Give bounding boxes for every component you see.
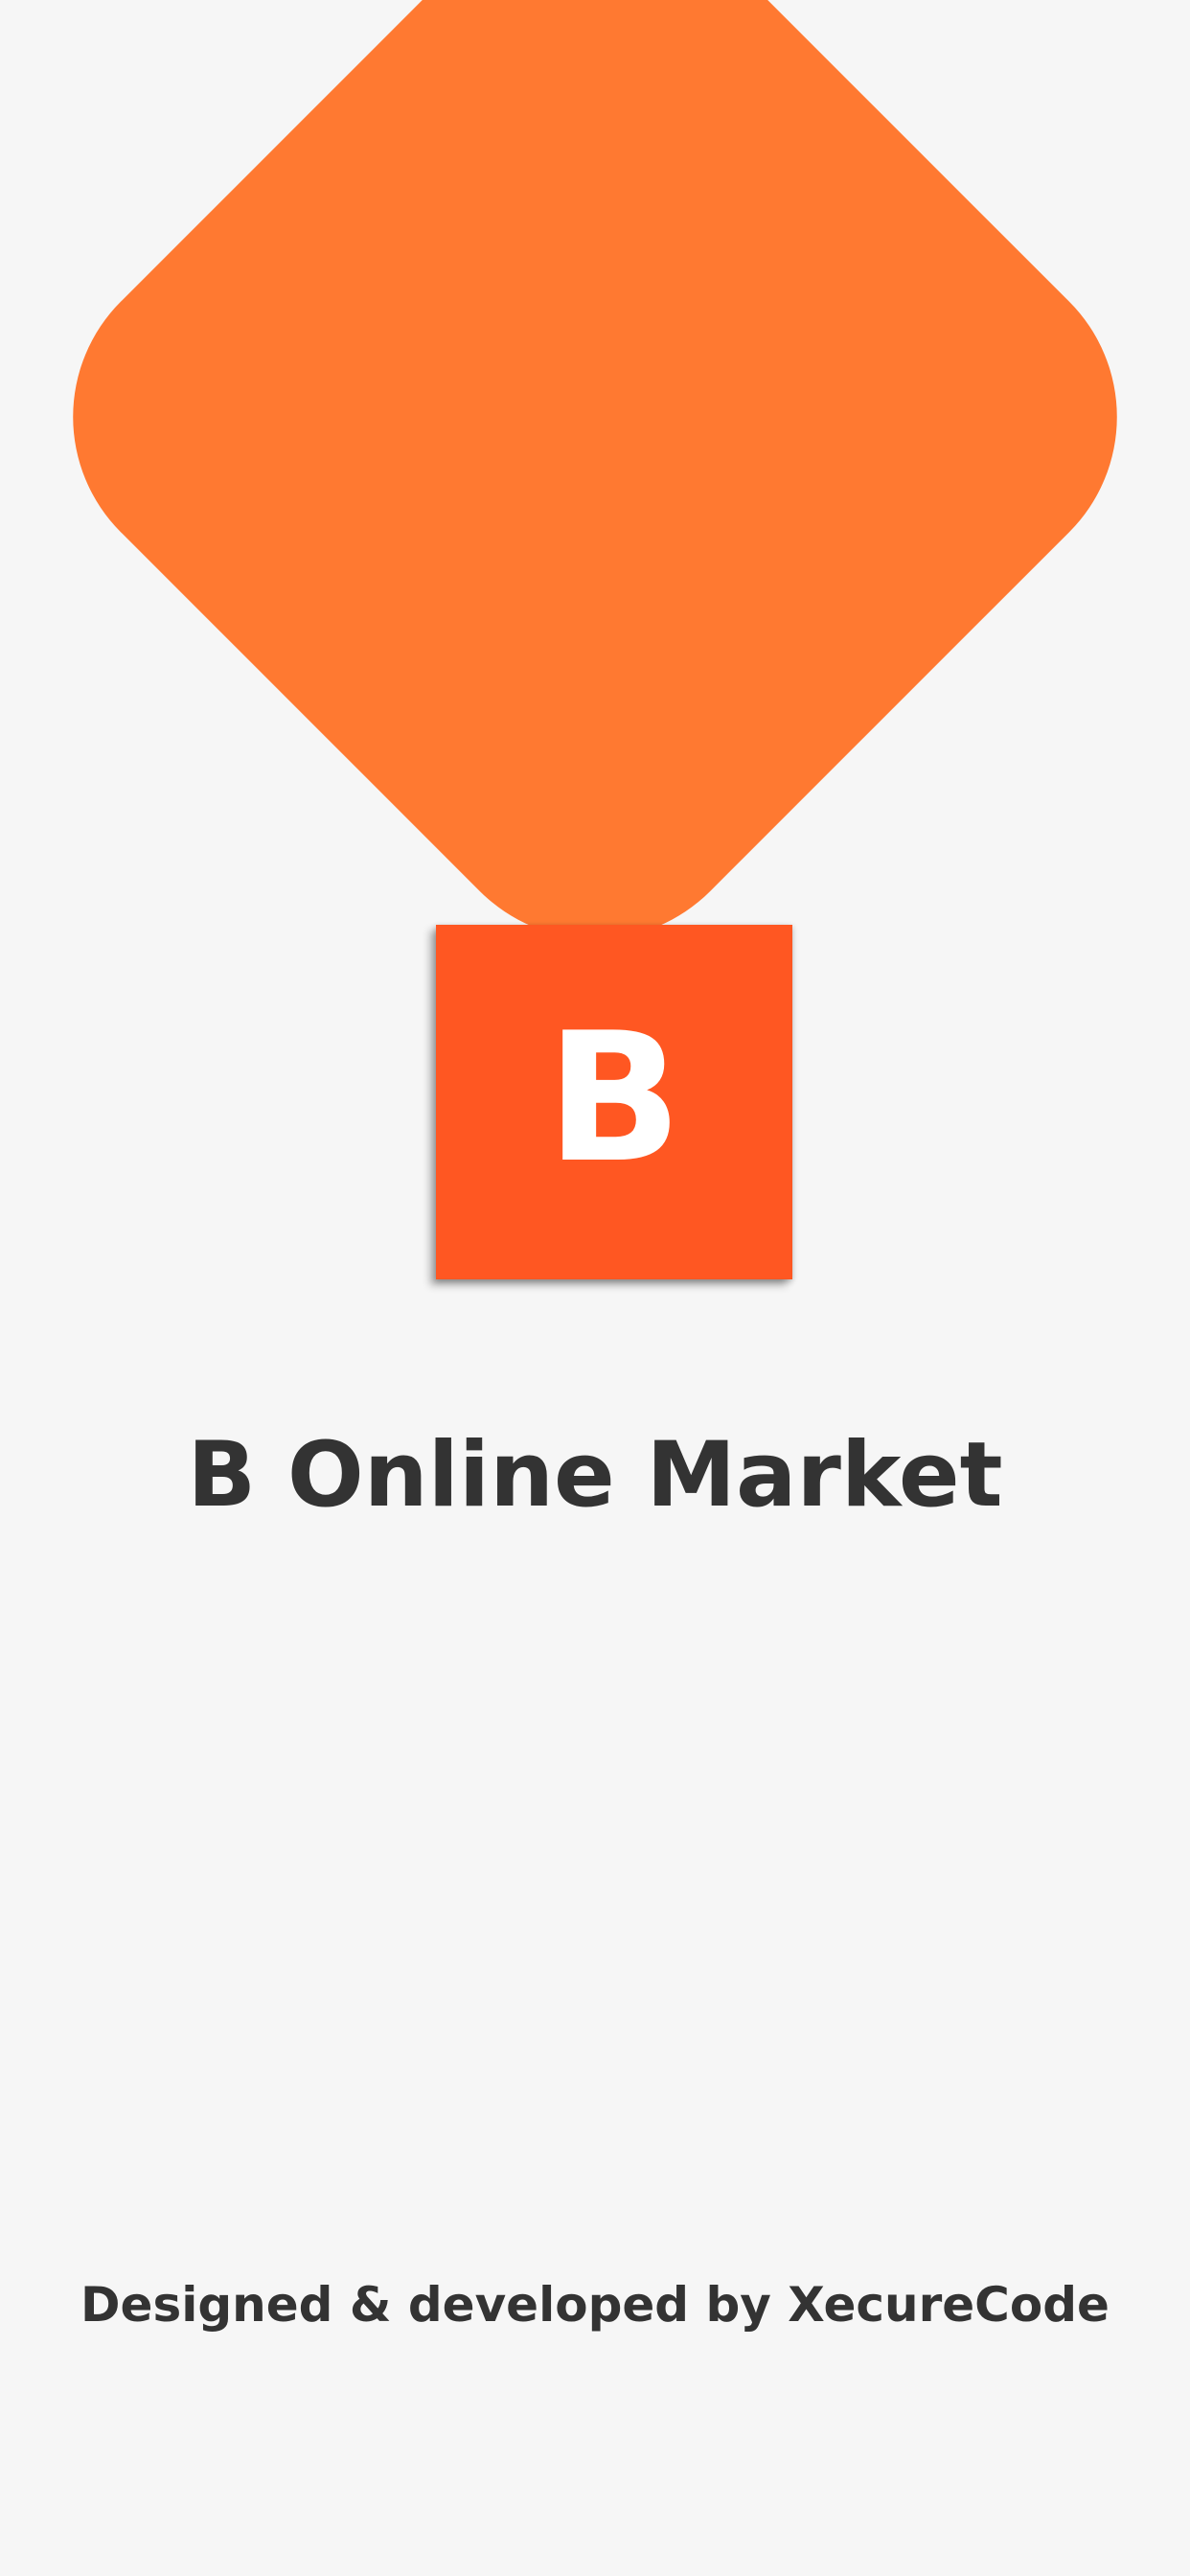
b-logo-icon: B bbox=[436, 925, 792, 1279]
logo-letter: B bbox=[546, 994, 682, 1202]
background-diamond-shape bbox=[5, 0, 1185, 1007]
splash-screen: B B Online Market Designed & developed b… bbox=[0, 0, 1190, 2576]
developer-credits: Designed & developed by XecureCode bbox=[80, 2277, 1110, 2333]
app-title: B Online Market bbox=[187, 1423, 1003, 1528]
